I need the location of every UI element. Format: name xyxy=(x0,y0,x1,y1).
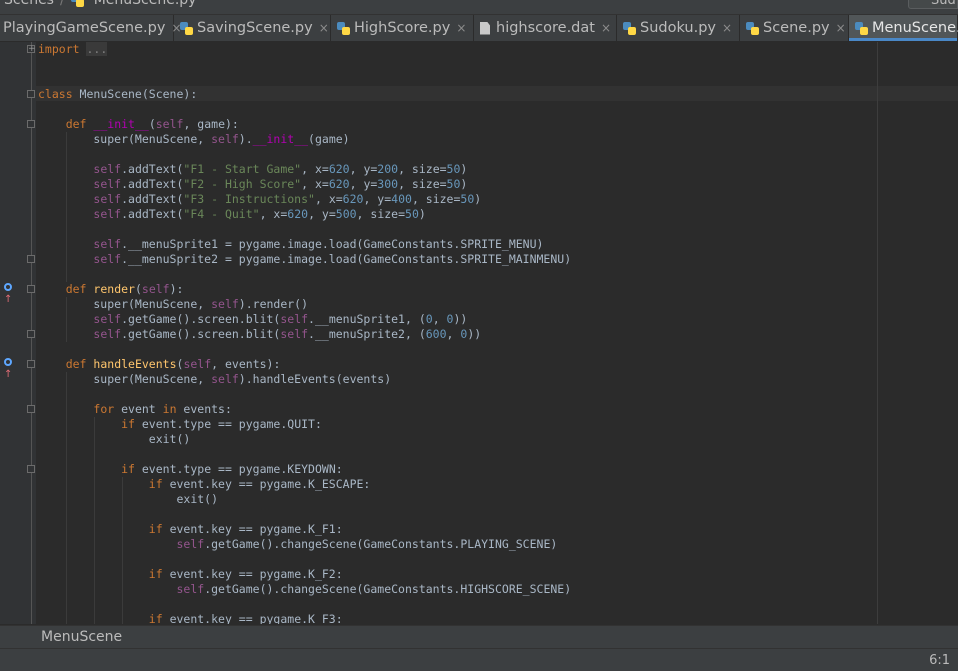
python-file-icon xyxy=(180,21,193,35)
code-line[interactable]: if event.key == pygame.K_F3: xyxy=(38,612,571,624)
code-line[interactable]: exit() xyxy=(38,492,571,507)
code-line[interactable]: def __init__(self, game): xyxy=(38,117,571,132)
code-line[interactable]: self.getGame().changeScene(GameConstants… xyxy=(38,537,571,552)
code-line[interactable] xyxy=(38,447,571,462)
code-editor[interactable]: + ↑ ↑ import ... class MenuScene(Scene):… xyxy=(0,42,958,624)
code-line[interactable]: super(MenuScene, self).handleEvents(even… xyxy=(38,372,571,387)
breadcrumb-file-menuscene[interactable]: MenuScene.py xyxy=(94,0,197,8)
code-line[interactable]: if event.type == pygame.KEYDOWN: xyxy=(38,462,571,477)
code-line[interactable]: self.__menuSprite2 = pygame.image.load(G… xyxy=(38,252,571,267)
fold-collapse-icon[interactable] xyxy=(27,120,35,128)
tab-label: HighScore.py xyxy=(354,20,451,36)
code-line[interactable] xyxy=(38,147,571,162)
code-line[interactable] xyxy=(38,72,571,87)
tab-label: PlayingGameScene.py xyxy=(3,20,166,36)
code-line[interactable]: super(MenuScene, self).render() xyxy=(38,297,571,312)
close-icon[interactable]: × xyxy=(456,21,466,35)
code-line[interactable]: exit() xyxy=(38,432,571,447)
python-file-icon xyxy=(623,21,636,35)
code-line[interactable]: for event in events: xyxy=(38,402,571,417)
breadcrumb-class-menuscene[interactable]: MenuScene xyxy=(41,629,122,645)
code-line[interactable]: self.getGame().screen.blit(self.__menuSp… xyxy=(38,327,571,342)
python-file-icon xyxy=(337,21,350,35)
code-line[interactable]: if event.key == pygame.K_F2: xyxy=(38,567,571,582)
code-line[interactable]: def render(self): xyxy=(38,282,571,297)
text-file-icon xyxy=(480,21,490,35)
navigation-breadcrumb-bar: Scenes / MenuScene.py Sud xyxy=(0,0,958,15)
tab-scene[interactable]: Scene.py × xyxy=(740,15,849,41)
code-line[interactable]: self.__menuSprite1 = pygame.image.load(G… xyxy=(38,237,571,252)
close-icon[interactable]: × xyxy=(601,21,611,35)
code-line[interactable] xyxy=(38,57,571,72)
fold-collapse-icon[interactable] xyxy=(27,465,35,473)
breadcrumb-separator: / xyxy=(59,0,65,8)
fold-expand-icon[interactable]: + xyxy=(27,45,36,54)
close-icon[interactable]: × xyxy=(319,21,329,35)
tab-highscore-dat[interactable]: highscore.dat × xyxy=(474,15,617,41)
code-line[interactable]: import ... xyxy=(38,42,571,57)
fold-collapse-icon[interactable] xyxy=(27,405,35,413)
code-line[interactable] xyxy=(38,222,571,237)
code-line[interactable]: self.addText("F1 - Start Game", x=620, y… xyxy=(38,162,571,177)
override-method-icon[interactable]: ↑ xyxy=(4,282,20,305)
breadcrumb-folder-scenes[interactable]: Scenes xyxy=(4,0,54,8)
editor-tab-bar: PlayingGameScene.py × SavingScene.py × H… xyxy=(0,15,958,42)
tab-highscore[interactable]: HighScore.py × xyxy=(331,15,474,41)
tab-label: Scene.py xyxy=(763,20,830,36)
tab-label: highscore.dat xyxy=(496,20,595,36)
fold-end-icon[interactable] xyxy=(27,330,35,338)
code-line[interactable] xyxy=(38,102,571,117)
code-line[interactable] xyxy=(38,387,571,402)
fold-collapse-icon[interactable] xyxy=(27,285,35,293)
right-margin-guide xyxy=(877,42,878,624)
code-line[interactable]: class MenuScene(Scene): xyxy=(38,87,571,102)
code-line[interactable]: self.getGame().screen.blit(self.__menuSp… xyxy=(38,312,571,327)
structure-breadcrumb: MenuScene xyxy=(0,625,958,649)
fold-collapse-icon[interactable] xyxy=(27,90,35,98)
run-configuration-selector[interactable]: Sud xyxy=(908,0,958,9)
tab-menuscene[interactable]: MenuScene. xyxy=(849,15,958,41)
code-line[interactable]: super(MenuScene, self).__init__(game) xyxy=(38,132,571,147)
tab-label: MenuScene. xyxy=(872,20,958,36)
fold-end-icon[interactable] xyxy=(27,255,35,263)
code-line[interactable]: def handleEvents(self, events): xyxy=(38,357,571,372)
code-line[interactable]: self.getGame().changeScene(GameConstants… xyxy=(38,582,571,597)
status-bar: 6:1 xyxy=(0,648,958,671)
tab-label: Sudoku.py xyxy=(640,20,717,36)
python-file-icon xyxy=(70,0,84,7)
tab-playinggamescene[interactable]: PlayingGameScene.py × xyxy=(0,15,182,41)
code-line[interactable]: self.addText("F4 - Quit", x=620, y=500, … xyxy=(38,207,571,222)
python-file-icon xyxy=(746,21,759,35)
close-icon[interactable]: × xyxy=(722,21,732,35)
code-line[interactable]: self.addText("F2 - High Score", x=620, y… xyxy=(38,177,571,192)
code-line[interactable] xyxy=(38,342,571,357)
cursor-position[interactable]: 6:1 xyxy=(929,653,950,668)
code-line[interactable]: self.addText("F3 - Instructions", x=620,… xyxy=(38,192,571,207)
tab-label: SavingScene.py xyxy=(197,20,313,36)
code-line[interactable] xyxy=(38,552,571,567)
code-line[interactable]: if event.key == pygame.K_F1: xyxy=(38,522,571,537)
source-code[interactable]: import ... class MenuScene(Scene): def _… xyxy=(38,42,571,624)
override-method-icon[interactable]: ↑ xyxy=(4,357,20,380)
code-line[interactable] xyxy=(38,597,571,612)
tab-savingscene[interactable]: SavingScene.py × xyxy=(174,15,331,41)
tab-sudoku[interactable]: Sudoku.py × xyxy=(617,15,740,41)
code-line[interactable] xyxy=(38,267,571,282)
code-line[interactable] xyxy=(38,507,571,522)
code-line[interactable]: if event.key == pygame.K_ESCAPE: xyxy=(38,477,571,492)
python-file-icon xyxy=(855,21,868,35)
code-line[interactable]: if event.type == pygame.QUIT: xyxy=(38,417,571,432)
close-icon[interactable]: × xyxy=(836,21,846,35)
fold-collapse-icon[interactable] xyxy=(27,360,35,368)
